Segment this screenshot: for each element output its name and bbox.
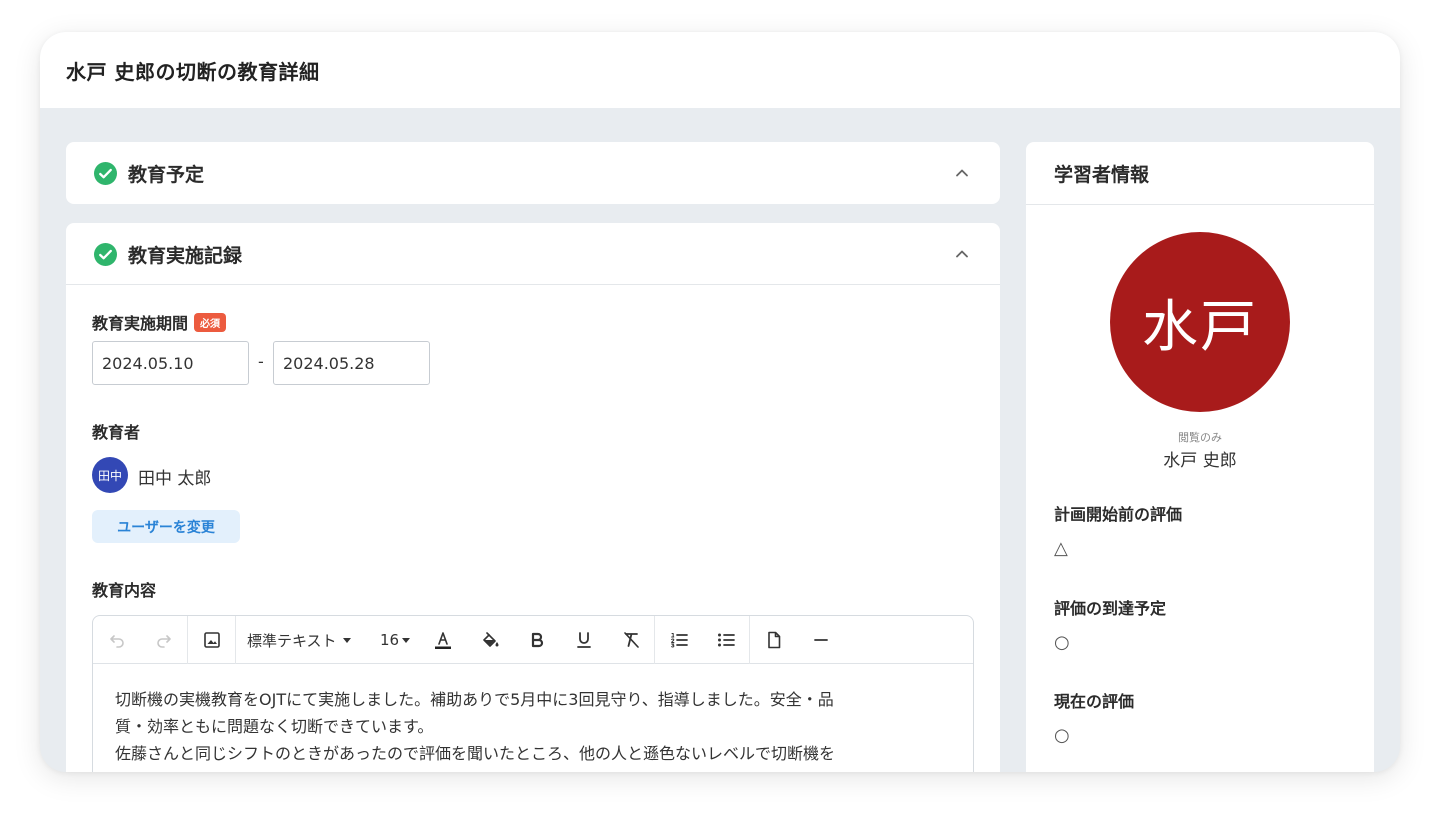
undo-icon [109, 635, 124, 648]
view-only-label: 閲覧のみ [1178, 431, 1222, 444]
check-circle-icon [94, 243, 117, 266]
fill-color-icon [482, 632, 498, 647]
learner-info-panel: 学習者情報 水戸 閲覧のみ 水戸 史郎 計画開始前の評価 △ 評価の到達予定 ○… [1026, 142, 1374, 772]
rich-text-editor[interactable]: 標準テキスト 16 切断機の実機教育をOJTにて実施しました。補助ありで5月中に… [92, 615, 974, 772]
numbered-list-button[interactable] [655, 616, 702, 664]
text-style-value: 標準テキスト [247, 631, 337, 650]
document-button[interactable] [750, 616, 797, 664]
educator-name: 田中 太郎 [138, 469, 212, 489]
redo-button[interactable] [140, 616, 187, 664]
learner-name: 水戸 史郎 [1163, 451, 1237, 471]
record-section: 教育実施記録 教育実施期間必須 - 教育者 田中 田中 太郎 ユーザーを変更 教… [66, 223, 1000, 772]
eval-target-label: 評価の到達予定 [1054, 599, 1167, 618]
educator-avatar: 田中 [92, 457, 128, 493]
change-user-button[interactable]: ユーザーを変更 [92, 510, 240, 543]
record-section-header[interactable]: 教育実施記録 [66, 223, 1000, 285]
record-section-title: 教育実施記録 [128, 245, 243, 267]
app-window: 水戸 史郎の切断の教育詳細 教育予定 教育実施記録 教育実施期間必須 - 教育者… [40, 32, 1400, 772]
font-size-value: 16 [380, 631, 400, 649]
bold-icon [531, 632, 543, 648]
check-circle-icon [94, 162, 117, 185]
required-badge: 必須 [194, 313, 227, 332]
page-header: 水戸 史郎の切断の教育詳細 [40, 32, 1400, 108]
editor-toolbar: 標準テキスト 16 [93, 616, 973, 664]
underline-button[interactable] [560, 616, 607, 664]
editor-content[interactable]: 切断機の実機教育をOJTにて実施しました。補助ありで5月中に3回見守り、指導しま… [115, 686, 965, 767]
font-size-select[interactable]: 16 [380, 616, 424, 664]
bullet-list-icon [717, 633, 735, 647]
eval-current-value: ○ [1054, 725, 1070, 746]
eval-before-value: △ [1054, 538, 1068, 559]
eval-target-value: ○ [1054, 632, 1070, 653]
content-label: 教育内容 [92, 581, 157, 600]
text-style-select[interactable]: 標準テキスト [247, 616, 367, 664]
date-separator: - [258, 352, 264, 371]
bold-button[interactable] [513, 616, 560, 664]
clear-format-button[interactable] [607, 616, 654, 664]
eval-current-label: 現在の評価 [1054, 692, 1135, 711]
schedule-section-title: 教育予定 [128, 164, 205, 186]
period-label-text: 教育実施期間 [92, 314, 189, 333]
end-date-input[interactable] [273, 341, 430, 385]
horizontal-rule-icon [813, 639, 828, 641]
insert-image-button[interactable] [188, 616, 235, 664]
horizontal-rule-button[interactable] [797, 616, 844, 664]
undo-button[interactable] [93, 616, 140, 664]
bullet-list-button[interactable] [702, 616, 749, 664]
numbered-list-icon [670, 633, 688, 648]
eval-before-label: 計画開始前の評価 [1054, 505, 1183, 524]
redo-icon [156, 635, 171, 648]
chevron-up-icon[interactable] [954, 246, 970, 262]
page-title: 水戸 史郎の切断の教育詳細 [66, 60, 320, 84]
learner-avatar: 水戸 [1110, 232, 1290, 412]
text-color-button[interactable] [419, 616, 466, 664]
schedule-section: 教育予定 [66, 142, 1000, 204]
fill-color-button[interactable] [466, 616, 513, 664]
clear-format-icon [623, 632, 639, 648]
image-icon [203, 632, 220, 648]
chevron-down-icon [342, 637, 351, 643]
underline-icon [576, 632, 591, 648]
period-label: 教育実施期間 必須 [92, 310, 227, 334]
start-date-input[interactable] [92, 341, 249, 385]
chevron-up-icon[interactable] [954, 165, 970, 181]
document-icon [767, 631, 780, 649]
schedule-section-header[interactable]: 教育予定 [66, 142, 1000, 204]
educator-label: 教育者 [92, 423, 141, 442]
learner-info-title: 学習者情報 [1054, 164, 1150, 186]
chevron-down-icon [402, 637, 411, 643]
divider [1026, 204, 1374, 205]
text-color-icon [434, 632, 451, 649]
